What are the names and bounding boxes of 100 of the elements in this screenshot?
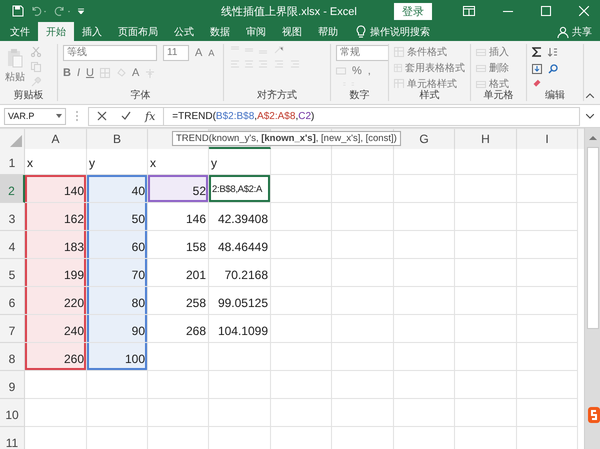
customize-caret-icon[interactable] (78, 8, 84, 14)
ribbon-tab[interactable]: 视图 (274, 22, 310, 41)
row-header[interactable]: 4 (0, 231, 25, 259)
drag-handle-icon[interactable] (76, 111, 78, 121)
empty-cell (455, 175, 517, 203)
sheet-cell: 183 (25, 231, 87, 259)
empty-cell (394, 231, 455, 259)
share-button[interactable]: 共享 (569, 22, 600, 41)
undo-icon[interactable] (30, 5, 48, 17)
sum-icon[interactable] (532, 46, 542, 57)
ime-icon[interactable] (588, 407, 600, 423)
search-icon[interactable] (548, 64, 558, 74)
empty-cell (517, 399, 578, 427)
empty-cell (271, 203, 332, 231)
cancel-icon[interactable] (97, 111, 107, 121)
empty-cell (394, 343, 455, 371)
redo-icon[interactable] (54, 5, 72, 17)
ribbon-tab[interactable]: 页面布局 (110, 22, 166, 41)
empty-cell (517, 175, 578, 203)
save-icon[interactable] (12, 5, 24, 17)
scroll-up-icon[interactable] (588, 135, 596, 140)
row-header[interactable]: 8 (0, 343, 25, 371)
sheet-cell: 99.05125 (209, 287, 271, 315)
empty-cell (332, 315, 394, 343)
row-header[interactable]: 10 (0, 399, 25, 427)
empty-cell (332, 371, 394, 399)
empty-cell (455, 371, 517, 399)
sheet-cell: 201 (148, 259, 209, 287)
sheet-cell: 240 (25, 315, 87, 343)
sheet-cell: 158 (148, 231, 209, 259)
row-header[interactable]: 2 (0, 175, 25, 203)
empty-cell (332, 343, 394, 371)
row-header[interactable]: 7 (0, 315, 25, 343)
group-label: 样式 (420, 90, 440, 101)
ribbon-display-icon[interactable] (463, 6, 475, 16)
person-icon (557, 26, 569, 38)
empty-cell (394, 287, 455, 315)
empty-cell (271, 343, 332, 371)
empty-cell (271, 399, 332, 427)
ribbon-tab[interactable]: 公式 (166, 22, 202, 41)
empty-cell (394, 203, 455, 231)
tell-me-search[interactable]: 操作说明搜索 (366, 22, 434, 41)
empty-cell (394, 315, 455, 343)
empty-cell (455, 287, 517, 315)
maximize-icon[interactable] (541, 6, 551, 16)
sign-in-button[interactable]: 登录 (394, 2, 432, 20)
ribbon-tab[interactable]: 开始 (38, 22, 74, 41)
enter-icon[interactable] (121, 111, 131, 121)
empty-cell (332, 175, 394, 203)
empty-cell (271, 315, 332, 343)
ribbon-tab[interactable]: 帮助 (310, 22, 346, 41)
ribbon-tab[interactable]: 文件 (2, 22, 38, 41)
ribbon-tab[interactable]: 审阅 (238, 22, 274, 41)
expand-caret-icon[interactable] (586, 114, 594, 118)
row-header[interactable]: 3 (0, 203, 25, 231)
empty-cell (87, 399, 148, 427)
empty-cell (517, 149, 578, 175)
sheet-cell: 40 (87, 175, 148, 203)
sheet-cell: 60 (87, 231, 148, 259)
empty-cell (148, 371, 209, 399)
empty-cell (271, 371, 332, 399)
row-header[interactable]: 5 (0, 259, 25, 287)
column-header[interactable]: I (517, 129, 578, 149)
row-header[interactable]: 6 (0, 287, 25, 315)
empty-cell (455, 315, 517, 343)
row-header[interactable]: 1 (0, 149, 25, 175)
column-header[interactable]: B (87, 129, 148, 149)
sheet-cell: 260 (25, 343, 87, 371)
empty-cell (332, 231, 394, 259)
formula-input[interactable]: =TREND(B$2:B$8,A$2:A$8,C2) (163, 106, 580, 126)
sheet-cell: 140 (25, 175, 87, 203)
row-header[interactable]: 9 (0, 371, 25, 399)
insert-function-button[interactable]: fx (145, 110, 156, 122)
collapse-ribbon-icon[interactable] (586, 93, 594, 98)
fill-down-icon[interactable] (532, 64, 542, 74)
empty-cell (455, 149, 517, 175)
select-all-icon[interactable] (10, 135, 22, 147)
sheet-cell: 162 (25, 203, 87, 231)
row-header[interactable]: 11 (0, 427, 25, 449)
ribbon-tab[interactable]: 数据 (202, 22, 238, 41)
column-header[interactable]: A (25, 129, 87, 149)
empty-cell (394, 371, 455, 399)
empty-cell (455, 259, 517, 287)
name-box[interactable]: VAR.P (4, 108, 66, 124)
group-label: 剪贴板 (14, 90, 44, 101)
sort-icon[interactable] (548, 46, 558, 57)
empty-cell (87, 371, 148, 399)
group-label: 单元格 (484, 90, 514, 101)
eraser-icon[interactable] (532, 78, 542, 88)
scrollbar-thumb[interactable] (586, 147, 598, 329)
empty-cell (455, 231, 517, 259)
table-style-icon (394, 78, 404, 88)
ribbon-tab[interactable]: 插入 (74, 22, 110, 41)
cells-icon (476, 62, 486, 72)
empty-cell (271, 259, 332, 287)
empty-cell (209, 343, 271, 371)
empty-cell (332, 203, 394, 231)
close-icon[interactable] (579, 6, 589, 16)
sheet-cell: 104.1099 (209, 315, 271, 343)
column-header[interactable]: H (455, 129, 517, 149)
